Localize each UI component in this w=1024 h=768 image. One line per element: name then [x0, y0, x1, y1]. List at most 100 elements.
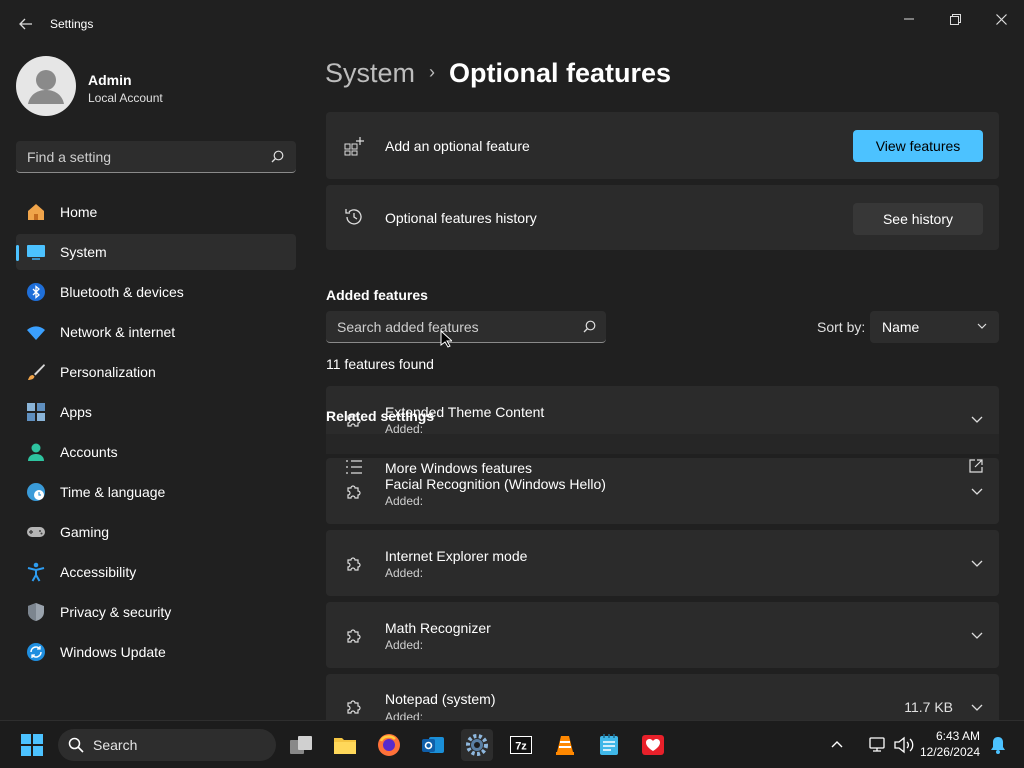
back-arrow-icon [19, 18, 32, 30]
start-button[interactable] [16, 729, 48, 761]
feature-row[interactable]: Internet Explorer mode Added: [326, 530, 999, 596]
account-type: Local Account [88, 91, 163, 105]
task-view-icon [290, 736, 312, 754]
search-added-features-input[interactable]: Search added features [326, 311, 606, 343]
sort-by-dropdown[interactable]: Name [870, 311, 999, 343]
puzzle-icon [347, 557, 361, 571]
sidebar-item-label: Personalization [60, 364, 156, 380]
taskbar-search-placeholder: Search [93, 737, 138, 753]
sidebar-item-label: Privacy & security [60, 604, 172, 620]
puzzle-icon [347, 485, 361, 499]
app-title: Settings [50, 17, 94, 31]
sidebar-item-privacy[interactable]: Privacy & security [16, 594, 296, 630]
search-icon [271, 150, 284, 163]
back-button[interactable] [14, 12, 38, 36]
close-icon [995, 13, 1007, 25]
folder-icon [334, 738, 356, 754]
breadcrumb: System › Optional features [325, 58, 671, 89]
brush-icon [28, 364, 45, 380]
accounts-icon [28, 443, 44, 461]
update-icon [27, 643, 45, 661]
chevron-up-icon [831, 741, 843, 748]
quick-settings-button[interactable] [856, 729, 926, 761]
feature-row[interactable]: Math Recognizer Added: [326, 602, 999, 668]
taskbar: Search 7z 6:43 AM 12/26/2024 [0, 720, 1024, 768]
taskbar-outlook[interactable] [417, 729, 449, 761]
show-hidden-icons-button[interactable] [822, 729, 852, 761]
minimize-button[interactable] [886, 4, 932, 34]
see-history-button[interactable]: See history [853, 203, 983, 235]
feature-status: Added: [385, 710, 424, 720]
related-settings-title: Related settings [326, 408, 435, 424]
features-count: 11 features found [326, 356, 434, 372]
sidebar-item-system[interactable]: System [16, 234, 296, 270]
wifi-icon [27, 326, 45, 340]
gamepad-icon [27, 527, 45, 537]
view-features-button[interactable]: View features [853, 130, 983, 162]
added-features-title: Added features [326, 287, 428, 303]
outlook-icon [422, 737, 444, 753]
bell-icon [991, 737, 1005, 754]
home-icon [28, 204, 44, 220]
close-button[interactable] [978, 4, 1024, 34]
sidebar-item-label: Windows Update [60, 644, 166, 660]
taskbar-7zip[interactable]: 7z [505, 729, 537, 761]
taskbar-file-explorer[interactable] [329, 729, 361, 761]
clock-date: 12/26/2024 [919, 745, 980, 759]
sidebar-item-personalization[interactable]: Personalization [16, 354, 296, 390]
mouse-cursor-icon [440, 330, 452, 348]
features-history-card: Optional features history See history [326, 185, 999, 250]
volume-icon [894, 736, 914, 754]
history-icon [345, 209, 362, 225]
search-icon [68, 737, 84, 753]
more-windows-features-row[interactable]: More Windows features [326, 454, 999, 482]
search-added-placeholder: Search added features [337, 319, 479, 335]
sidebar-item-apps[interactable]: Apps [16, 394, 296, 430]
sidebar-item-label: Apps [60, 404, 92, 420]
feature-status: Added: [385, 638, 424, 652]
restore-icon [949, 13, 961, 25]
find-setting-input[interactable]: Find a setting [16, 141, 296, 173]
sidebar-item-label: Gaming [60, 524, 110, 540]
chevron-down-icon [971, 704, 983, 711]
taskbar-clock[interactable]: 6:43 AM 12/26/2024 [920, 728, 980, 760]
add-feature-label: Add an optional feature [385, 138, 530, 154]
sidebar-item-accessibility[interactable]: Accessibility [16, 554, 296, 590]
chevron-down-icon [971, 632, 983, 639]
user-name: Admin [88, 72, 132, 88]
sidebar-item-accounts[interactable]: Accounts [16, 434, 296, 470]
heart-app-icon [642, 735, 664, 755]
firefox-icon [378, 734, 400, 756]
sidebar-item-bluetooth[interactable]: Bluetooth & devices [16, 274, 296, 310]
chevron-down-icon [977, 323, 987, 329]
sidebar-item-label: Accessibility [60, 564, 137, 580]
taskbar-notepad[interactable] [593, 729, 625, 761]
svg-text:7z: 7z [515, 741, 527, 753]
puzzle-icon [347, 629, 361, 643]
sort-by-value: Name [882, 319, 920, 335]
feature-name: Notepad (system) [385, 691, 496, 707]
external-link-icon [969, 459, 983, 473]
sidebar-item-gaming[interactable]: Gaming [16, 514, 296, 550]
sidebar-item-windows-update[interactable]: Windows Update [16, 634, 296, 670]
sidebar-item-label: System [60, 244, 107, 260]
system-icon [27, 245, 45, 260]
sidebar-item-label: Accounts [60, 444, 118, 460]
feature-row[interactable]: Notepad (system) Added: 11.7 KB [326, 674, 999, 720]
notifications-button[interactable] [986, 729, 1010, 761]
taskbar-app-red[interactable] [637, 729, 669, 761]
taskbar-search[interactable]: Search [58, 729, 276, 761]
minimize-icon [904, 18, 914, 20]
taskbar-settings[interactable] [461, 729, 493, 761]
taskbar-vlc[interactable] [549, 729, 581, 761]
sidebar-item-home[interactable]: Home [16, 194, 296, 230]
taskbar-firefox[interactable] [373, 729, 405, 761]
sidebar-item-time-language[interactable]: Time & language [16, 474, 296, 510]
sidebar-item-label: Network & internet [60, 324, 176, 340]
task-view-button[interactable] [285, 729, 317, 761]
restore-button[interactable] [932, 4, 978, 34]
notepad-icon [600, 734, 618, 755]
breadcrumb-parent[interactable]: System [325, 58, 415, 88]
feature-status: Added: [385, 566, 424, 580]
sidebar-item-network[interactable]: Network & internet [16, 314, 296, 350]
